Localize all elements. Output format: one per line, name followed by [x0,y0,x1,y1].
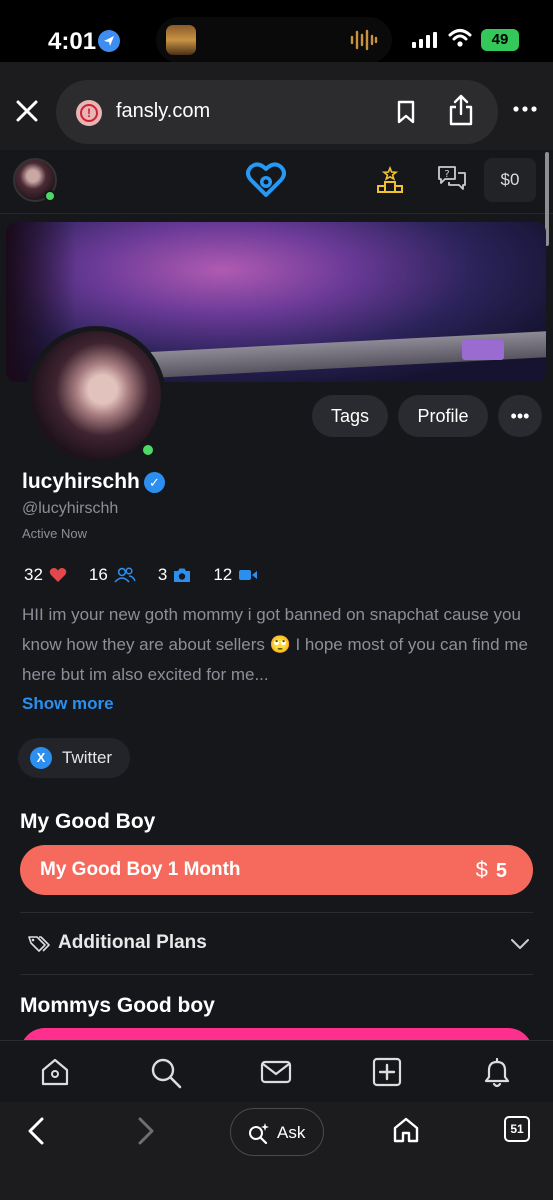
online-status-dot [140,442,156,458]
fansly-logo-icon[interactable] [246,162,286,198]
camera-icon [173,567,191,583]
top-navigation: ? $0 [0,150,553,246]
svg-text:?: ? [444,169,449,180]
profile-stats: 32 16 3 12 [24,564,280,586]
location-arrow-icon [98,30,120,52]
currency-symbol: $ [475,857,488,882]
search-icon[interactable] [150,1057,182,1089]
x-twitter-icon: X [30,747,52,769]
tier-1-title: My Good Boy [20,810,156,833]
wifi-icon [448,29,472,47]
rankings-podium-icon[interactable] [376,166,404,194]
more-actions-button[interactable]: ••• [498,395,542,437]
share-icon[interactable] [448,94,474,126]
sparkle-search-icon [249,1123,269,1144]
online-indicator [44,190,56,202]
back-chevron-icon[interactable] [26,1116,46,1146]
notifications-icon[interactable] [482,1057,512,1089]
followers-icon [114,567,136,583]
ask-label: Ask [277,1123,306,1142]
profile-button[interactable]: Profile [398,395,488,437]
home-icon[interactable] [40,1057,70,1087]
additional-plans-toggle[interactable]: Additional Plans [58,932,207,954]
divider [20,912,533,913]
heart-icon [49,567,67,583]
video-camera-icon [238,568,258,582]
likes-count: 32 [24,565,43,584]
activity-status: Active Now [22,526,88,541]
banner-detail-highlight [462,340,504,360]
help-chat-icon[interactable]: ? [436,164,468,194]
tier-1-price: $5 [476,857,507,883]
now-playing-artwork [166,25,196,55]
ask-button[interactable]: Ask [230,1108,324,1156]
more-options-icon[interactable] [513,106,537,112]
followers-count: 16 [88,565,108,584]
browser-toolbar: Ask 51 [0,1102,553,1200]
tab-switcher-button[interactable]: 51 [504,1116,530,1142]
wallet-balance-button[interactable]: $0 [484,158,536,202]
chevron-down-icon[interactable] [510,938,530,950]
profile-bio: HII im your new goth mommy i got banned … [22,605,528,684]
divider [20,974,533,975]
url-text[interactable]: fansly.com [116,100,210,123]
address-field[interactable]: ! fansly.com [56,80,498,144]
tags-button[interactable]: Tags [312,395,388,437]
close-icon[interactable] [14,98,40,124]
create-post-icon[interactable] [372,1057,402,1087]
cellular-signal-icon [412,32,437,48]
tier-1-price-value: 5 [495,860,507,882]
app-tab-bar [0,1040,553,1102]
battery-indicator: 49 [481,29,519,51]
show-more-link[interactable]: Show more [22,694,114,714]
price-tag-icon [28,936,50,952]
home-icon[interactable] [392,1116,420,1144]
verified-badge-icon: ✓ [144,472,165,493]
videos-count: 12 [213,565,233,584]
twitter-link-label: Twitter [62,748,113,767]
forward-chevron-icon[interactable] [136,1116,156,1146]
profile-handle: @lucyhirschh [22,500,119,517]
not-secure-warning-icon[interactable]: ! [76,100,102,126]
twitter-link-button[interactable]: X Twitter [18,738,130,778]
tier-1-button-label: My Good Boy 1 Month [40,859,241,880]
messages-icon[interactable] [260,1060,292,1084]
dynamic-island[interactable] [156,17,392,63]
status-time: 4:01 [48,28,97,55]
profile-username: lucyhirschh [22,470,140,493]
browser-url-bar: ! fansly.com [0,62,553,150]
subscribe-tier-1-button[interactable]: My Good Boy 1 Month $5 [20,845,533,895]
status-bar: 4:01 49 [0,0,553,63]
tier-2-title: Mommys Good boy [20,994,215,1017]
subscribe-tier-2-button[interactable] [20,1028,533,1040]
profile-page: ? $0 Tags Profile ••• lucyhirschh ✓ @luc… [0,150,553,1040]
audio-waveform-icon [350,29,378,51]
photos-count: 3 [157,565,168,584]
bookmark-icon[interactable] [396,100,416,124]
